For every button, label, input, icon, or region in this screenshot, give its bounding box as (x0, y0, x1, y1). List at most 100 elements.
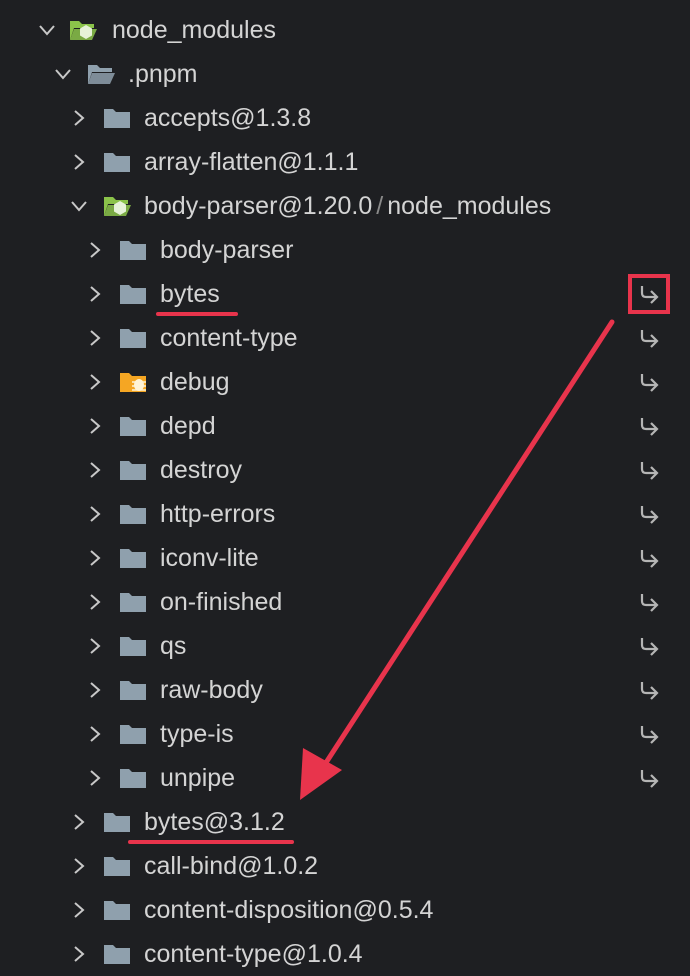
tree-item-name: body-parser@1.20.0 (144, 192, 373, 220)
chevron-right-icon[interactable] (68, 855, 90, 877)
folder-icon (118, 765, 148, 791)
tree-item-name: http-errors (160, 500, 276, 528)
symlink-icon (636, 501, 662, 527)
chevron-right-icon[interactable] (84, 415, 106, 437)
tree-item-content-type-1-0-4[interactable]: content-type@1.0.4 (0, 932, 690, 976)
tree-item-destroy[interactable]: destroy (0, 448, 690, 492)
tree-item-name: raw-body (160, 676, 263, 704)
folder-open-icon (86, 61, 116, 87)
chevron-right-icon[interactable] (68, 899, 90, 921)
tree-item-debug[interactable]: debug (0, 360, 690, 404)
tree-item-name: debug (160, 368, 230, 396)
tree-item-label: destroy (160, 455, 242, 485)
tree-item-name: bytes (160, 280, 220, 308)
chevron-right-icon[interactable] (68, 811, 90, 833)
node-folder-open-icon (68, 17, 98, 43)
chevron-right-icon[interactable] (84, 591, 106, 613)
chevron-right-icon[interactable] (84, 327, 106, 349)
tree-item-array-flatten-1-1-1[interactable]: array-flatten@1.1.1 (0, 140, 690, 184)
tree-item-name: iconv-lite (160, 544, 259, 572)
tree-item-label: unpipe (160, 763, 235, 793)
chevron-right-icon[interactable] (84, 239, 106, 261)
tree-item-node-modules[interactable]: node_modules (0, 8, 690, 52)
tree-item-name: .pnpm (128, 60, 198, 88)
tree-item-content-type[interactable]: content-type (0, 316, 690, 360)
tree-item-name: unpipe (160, 764, 236, 792)
tree-item-name: on-finished (160, 588, 283, 616)
folder-icon (102, 105, 132, 131)
tree-item-bytes-3-1-2[interactable]: bytes@3.1.2 (0, 800, 690, 844)
tree-item-label: qs (160, 631, 186, 661)
chevron-right-icon[interactable] (84, 767, 106, 789)
folder-icon (118, 501, 148, 527)
symlink-icon (636, 369, 662, 395)
folder-icon (118, 677, 148, 703)
tree-item-label: on-finished (160, 587, 282, 617)
folder-icon (102, 809, 132, 835)
folder-icon (102, 149, 132, 175)
tree-item-label: .pnpm (128, 59, 197, 89)
tree-item-label: node_modules (112, 15, 276, 45)
tree-item-label: array-flatten@1.1.1 (144, 147, 358, 177)
tree-item-label: bytes (160, 279, 220, 309)
symlink-icon (636, 545, 662, 571)
folder-icon (102, 941, 132, 967)
chevron-right-icon[interactable] (84, 503, 106, 525)
symlink-icon (636, 589, 662, 615)
folder-icon (118, 237, 148, 263)
tree-item-iconv-lite[interactable]: iconv-lite (0, 536, 690, 580)
folder-icon (102, 853, 132, 879)
symlink-icon (636, 633, 662, 659)
tree-item-unpipe[interactable]: unpipe (0, 756, 690, 800)
folder-icon (118, 325, 148, 351)
tree-item-qs[interactable]: qs (0, 624, 690, 668)
tree-item-body-parser-1-20-0[interactable]: body-parser@1.20.0/node_modules (0, 184, 690, 228)
folder-icon (102, 897, 132, 923)
folder-icon (118, 589, 148, 615)
chevron-right-icon[interactable] (84, 679, 106, 701)
chevron-down-icon[interactable] (52, 63, 74, 85)
chevron-right-icon[interactable] (84, 283, 106, 305)
tree-item-name: content-type (160, 324, 298, 352)
tree-item-type-is[interactable]: type-is (0, 712, 690, 756)
debug-folder-icon (118, 369, 148, 395)
tree-item-depd[interactable]: depd (0, 404, 690, 448)
tree-item-body-parser[interactable]: body-parser (0, 228, 690, 272)
chevron-down-icon[interactable] (36, 19, 58, 41)
chevron-right-icon[interactable] (84, 723, 106, 745)
tree-item-label: content-type@1.0.4 (144, 939, 363, 969)
folder-icon (118, 545, 148, 571)
tree-item-label: accepts@1.3.8 (144, 103, 311, 133)
chevron-right-icon[interactable] (68, 107, 90, 129)
chevron-right-icon[interactable] (84, 459, 106, 481)
folder-icon (118, 281, 148, 307)
tree-item-name: accepts@1.3.8 (144, 104, 312, 132)
chevron-right-icon[interactable] (84, 635, 106, 657)
tree-item-label: content-disposition@0.5.4 (144, 895, 433, 925)
chevron-right-icon[interactable] (68, 943, 90, 965)
chevron-down-icon[interactable] (68, 195, 90, 217)
tree-item-content-disposition-0-5-4[interactable]: content-disposition@0.5.4 (0, 888, 690, 932)
tree-item-label: raw-body (160, 675, 263, 705)
path-separator: / (376, 192, 384, 220)
tree-item-http-errors[interactable]: http-errors (0, 492, 690, 536)
tree-item-name: content-disposition@0.5.4 (144, 896, 434, 924)
tree-item-on-finished[interactable]: on-finished (0, 580, 690, 624)
tree-item-name: bytes@3.1.2 (144, 808, 285, 836)
chevron-right-icon[interactable] (68, 151, 90, 173)
node-folder-open-icon (102, 193, 132, 219)
symlink-icon (636, 457, 662, 483)
tree-item-accepts-1-3-8[interactable]: accepts@1.3.8 (0, 96, 690, 140)
annotation-underline (156, 312, 238, 316)
chevron-right-icon[interactable] (84, 371, 106, 393)
tree-item-name: node_modules (112, 16, 277, 44)
tree-item-name: content-type@1.0.4 (144, 940, 363, 968)
chevron-right-icon[interactable] (84, 547, 106, 569)
tree-item-label: type-is (160, 719, 234, 749)
tree-item-label: depd (160, 411, 216, 441)
tree-item-call-bind-1-0-2[interactable]: call-bind@1.0.2 (0, 844, 690, 888)
tree-item-raw-body[interactable]: raw-body (0, 668, 690, 712)
tree-item-pnpm[interactable]: .pnpm (0, 52, 690, 96)
tree-item-label: body-parser@1.20.0/node_modules (144, 191, 551, 221)
tree-item-bytes[interactable]: bytes (0, 272, 690, 316)
